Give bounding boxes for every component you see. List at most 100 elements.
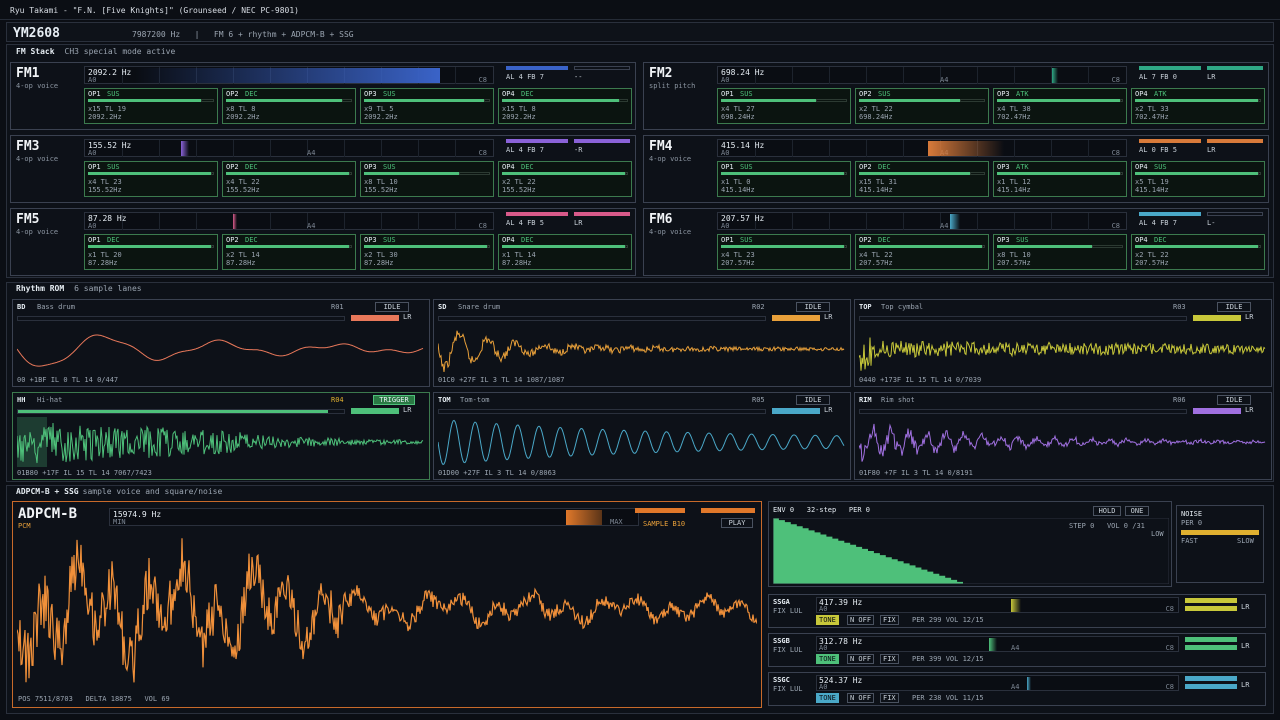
fm-operator[interactable]: OP2 DEC x4 TL 22 207.57Hz [855, 234, 989, 270]
env-one-button[interactable]: ONE [1125, 506, 1149, 516]
op-freq: 2092.2Hz [502, 113, 536, 121]
rhythm-position-track[interactable] [438, 316, 766, 321]
fm-operator[interactable]: OP4 ATK x2 TL 33 702.47Hz [1131, 88, 1265, 124]
fm-operator[interactable]: OP3 SUS x2 TL 30 87.28Hz [360, 234, 494, 270]
fm-operator[interactable]: OP4 DEC x2 TL 22 207.57Hz [1131, 234, 1265, 270]
ssg-freq-bar[interactable]: 524.37 Hz A0 A4 C8 [816, 675, 1179, 691]
fm-freq-a0: A0 [88, 149, 97, 157]
fm-operator[interactable]: OP3 SUS x9 TL 5 2092.2Hz [360, 88, 494, 124]
adpcm-b-box: ADPCM-B PCM 15974.9 Hz MIN MAX SAMPLE B1… [12, 501, 762, 708]
fm-freq-tick [977, 67, 978, 84]
fm-operator[interactable]: OP4 DEC x2 TL 22 155.52Hz [498, 161, 632, 197]
rhythm-name: Bass drum [37, 303, 75, 311]
fm-operator[interactable]: OP2 DEC x2 TL 14 87.28Hz [222, 234, 356, 270]
fm-algorithm: AL 4 FB 7 L- [1139, 212, 1264, 230]
ssg-fix-toggle[interactable]: FIX [880, 615, 899, 625]
op-name: OP3 [997, 236, 1010, 244]
rhythm-position-fill [18, 410, 328, 413]
fm-freq-bar[interactable]: 698.24 Hz A0 A4 C8 [717, 66, 1127, 84]
fm-freq-marker [233, 214, 237, 229]
fm-algorithm: AL 4 FB 7 -- [506, 66, 631, 84]
fm-operator[interactable]: OP4 DEC x15 TL 8 2092.2Hz [498, 88, 632, 124]
fm-operator[interactable]: OP2 DEC x4 TL 22 155.52Hz [222, 161, 356, 197]
adpcm-sample: SAMPLE B10 [643, 520, 686, 528]
fm-freq-bar[interactable]: 2092.2 Hz A0 C8 [84, 66, 494, 84]
rhythm-code: RIM [859, 396, 872, 404]
op-name: OP1 [88, 236, 101, 244]
op-state: SUS [878, 90, 891, 98]
env-steps: 32-step [806, 506, 837, 514]
env-name: ENV 0 [773, 506, 795, 514]
rhythm-position-track[interactable] [17, 316, 345, 321]
ssg-noise-toggle[interactable]: N OFF [847, 693, 875, 703]
rhythm-state-button[interactable]: IDLE [796, 302, 830, 312]
rhythm-state-button[interactable]: IDLE [375, 302, 409, 312]
rhythm-rom: R06 [1173, 396, 1186, 404]
fm-pan: LR [1207, 146, 1216, 154]
op-name: OP3 [997, 163, 1010, 171]
fm-operator[interactable]: OP3 ATK x4 TL 38 702.47Hz [993, 88, 1127, 124]
ssg-fix-toggle[interactable]: FIX [880, 693, 899, 703]
op-level-track [201, 99, 214, 102]
ssg-tone-toggle[interactable]: TONE [816, 693, 839, 703]
ssg-tone-toggle[interactable]: TONE [816, 654, 839, 664]
env-hold-button[interactable]: HOLD [1093, 506, 1121, 516]
track-title: Ryu Takami - "F.N. [Five Knights]" (Grou… [10, 6, 299, 15]
chip-mode: FM 6 + rhythm + ADPCM-B + SSG [213, 30, 354, 39]
rhythm-state-button[interactable]: IDLE [1217, 302, 1251, 312]
fm-operator[interactable]: OP1 SUS x4 TL 23 155.52Hz [84, 161, 218, 197]
fm-operator[interactable]: OP4 DEC x1 TL 14 87.28Hz [498, 234, 632, 270]
ssg-tone-toggle[interactable]: TONE [816, 615, 839, 625]
fm-operator[interactable]: OP2 SUS x2 TL 22 698.24Hz [855, 88, 989, 124]
fm-operator[interactable]: OP1 SUS x4 TL 27 698.24Hz [717, 88, 851, 124]
adpcm-play-button[interactable]: PLAY [721, 518, 753, 528]
noise-rate-bar[interactable] [1181, 530, 1259, 535]
rhythm-position-track[interactable] [17, 409, 345, 414]
fm-operator[interactable]: OP3 ATK x1 TL 12 415.14Hz [993, 161, 1127, 197]
fm-operator[interactable]: OP3 SUS x8 TL 10 155.52Hz [360, 161, 494, 197]
op-name: OP4 [1135, 90, 1148, 98]
rhythm-state-button[interactable]: IDLE [796, 395, 830, 405]
fm-operator[interactable]: OP1 SUS x15 TL 19 2092.2Hz [84, 88, 218, 124]
ssg-freq-bar[interactable]: 312.78 Hz A0 A4 C8 [816, 636, 1179, 652]
fm-operator[interactable]: OP2 DEC x8 TL 8 2092.2Hz [222, 88, 356, 124]
fm-freq-tick [792, 140, 793, 157]
fm-algorithm: AL 4 FB 5 LR [506, 212, 631, 230]
rhythm-position-track[interactable] [859, 409, 1187, 414]
op-freq: 415.14Hz [1135, 186, 1169, 194]
op-level-bar [88, 245, 211, 248]
chip-info: 7987200 Hz | FM 6 + rhythm + ADPCM-B + S… [132, 30, 354, 39]
ssg-fix-toggle[interactable]: FIX [880, 654, 899, 664]
rhythm-position-track[interactable] [438, 409, 766, 414]
rhythm-state-button[interactable]: IDLE [1217, 395, 1251, 405]
rhythm-code: SD [438, 303, 447, 311]
fm-operator[interactable]: OP2 DEC x15 TL 31 415.14Hz [855, 161, 989, 197]
rhythm-waveform-line [438, 419, 845, 466]
adpcm-freq-bar[interactable]: 15974.9 Hz MIN MAX [109, 508, 639, 526]
fm-operator[interactable]: OP1 SUS x4 TL 23 207.57Hz [717, 234, 851, 270]
fm-name: FM1 [16, 66, 40, 81]
ssg-freq-a0: A0 [819, 605, 828, 613]
fm-name: FM4 [649, 139, 673, 154]
fm-freq-bar[interactable]: 207.57 Hz A0 A4 C8 [717, 212, 1127, 230]
fm-freq-bar[interactable]: 155.52 Hz A0 A4 C8 [84, 139, 494, 157]
op-level-bar [364, 99, 484, 102]
ssg-noise-toggle[interactable]: N OFF [847, 654, 875, 664]
noise-label: NOISE [1181, 510, 1203, 518]
fm-operator[interactable]: OP1 SUS x1 TL 0 415.14Hz [717, 161, 851, 197]
fm-freq-bar[interactable]: 415.14 HzA0A4C8 [717, 139, 1127, 157]
fm-operator[interactable]: OP4 SUS x5 TL 19 415.14Hz [1131, 161, 1265, 197]
fm-channel-4: FM44-op voice 415.14 HzA0A4C8 AL 0 FB 5 LR O… [643, 135, 1269, 203]
ssg-noise-toggle[interactable]: N OFF [847, 615, 875, 625]
ssg-freq-bar[interactable]: 417.39 Hz A0 C8 [816, 597, 1179, 613]
rhythm-position-track[interactable] [859, 316, 1187, 321]
ssg-pan: LR [1241, 642, 1250, 650]
op-level-bar [997, 99, 1120, 102]
ssg-fix: FIX LUL [773, 607, 803, 615]
op-mul-tl: x4 TL 22 [226, 178, 260, 186]
fm-operator[interactable]: OP1 DEC x1 TL 20 87.28Hz [84, 234, 218, 270]
fm-freq-bar[interactable]: 87.28 Hz A0 A4 C8 [84, 212, 494, 230]
rhythm-state-button[interactable]: TRIGGER [373, 395, 415, 405]
op-state: DEC [878, 236, 891, 244]
fm-operator[interactable]: OP3 SUS x8 TL 10 207.57Hz [993, 234, 1127, 270]
